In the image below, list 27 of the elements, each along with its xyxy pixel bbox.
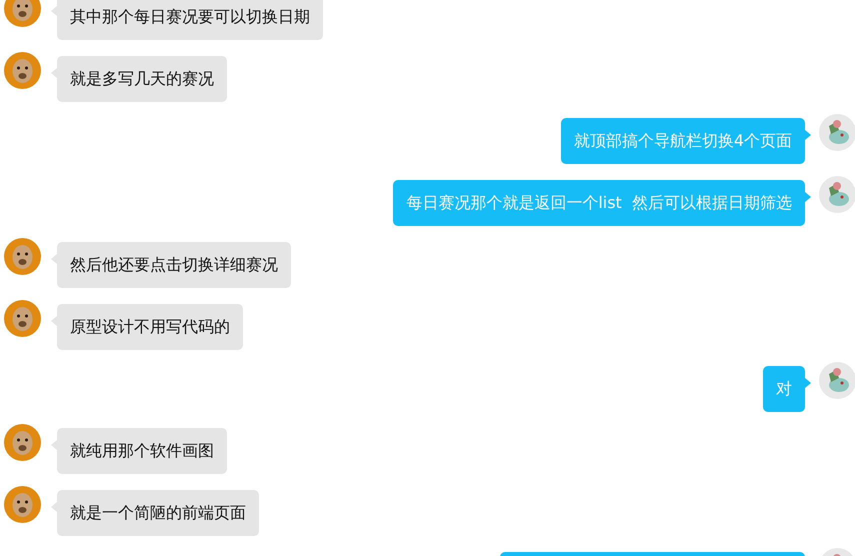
bubble-tail [51, 68, 57, 78]
message-bubble: 就纯用那个软件画图 [57, 428, 227, 474]
message-bubble: 对 [763, 366, 805, 412]
bubble-tail [51, 440, 57, 450]
bubble-tail [805, 130, 811, 140]
bubble-tail [51, 6, 57, 16]
avatar-icon [4, 300, 41, 337]
bubble-tail [51, 254, 57, 264]
message-bubble: 其中那个每日赛况要可以切换日期 [57, 0, 323, 40]
avatar-icon [819, 176, 855, 213]
message-bubble: 然后他还要点击切换详细赛况 [57, 242, 291, 288]
message-bubble: 就顶部搞个导航栏切换4个页面 [560, 118, 805, 164]
avatar-icon [4, 0, 41, 27]
avatar-icon [4, 486, 41, 523]
bubble-tail [805, 378, 811, 388]
message-bubble: 就是一个简陋的前端页面 [57, 490, 259, 536]
bubble-tail [51, 316, 57, 326]
avatar-icon [4, 424, 41, 461]
message-bubble: 原型设计不用写代码的 [57, 304, 243, 350]
bubble-tail [805, 192, 811, 202]
avatar-icon [4, 52, 41, 89]
message-bubble: 就是多写几天的赛况 [57, 56, 227, 102]
avatar-icon [4, 238, 41, 275]
bubble-tail [51, 502, 57, 512]
avatar-icon [819, 114, 855, 151]
avatar-icon [819, 362, 855, 399]
message-bubble: 每日赛况那个就是返回一个list 然后可以根据日期筛选 [393, 180, 805, 226]
